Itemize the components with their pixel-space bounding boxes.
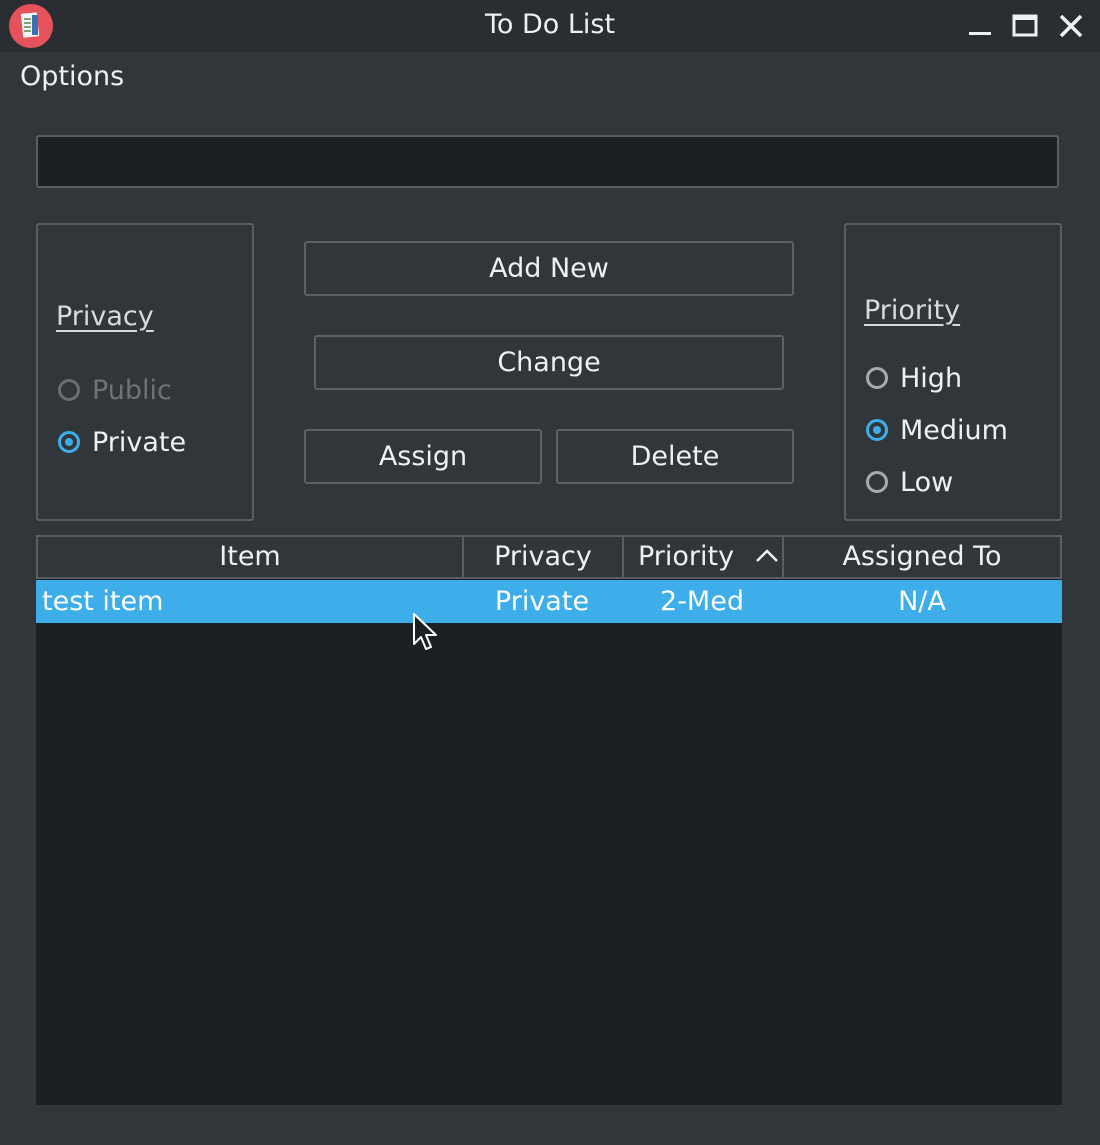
radio-private[interactable]: Private <box>58 422 186 462</box>
radio-public-indicator <box>58 379 80 401</box>
minimize-icon[interactable] <box>962 8 998 44</box>
radio-private-label: Private <box>92 426 187 458</box>
priority-group-title: Priority <box>864 295 961 326</box>
delete-button[interactable]: Delete <box>556 429 794 484</box>
window-title: To Do List <box>484 9 616 40</box>
table-header: Item Privacy Priority Assigned To <box>36 535 1062 579</box>
maximize-icon[interactable] <box>1007 8 1043 44</box>
column-header-item[interactable]: Item <box>38 537 464 577</box>
priority-group: Priority High Medium Low <box>844 223 1062 521</box>
item-text-input[interactable] <box>36 135 1059 188</box>
column-header-privacy[interactable]: Privacy <box>464 537 624 577</box>
column-header-priority-label: Priority <box>638 541 735 572</box>
radio-private-indicator <box>58 431 80 453</box>
app-window: To Do List Options Privacy Public Privat… <box>0 0 1100 1145</box>
radio-medium-label: Medium <box>900 414 1008 446</box>
sort-ascending-icon <box>756 549 778 562</box>
cell-item: test item <box>42 586 164 617</box>
radio-low-label: Low <box>900 466 954 498</box>
column-header-priority[interactable]: Priority <box>624 537 784 577</box>
table-row[interactable]: test item Private 2-Med N/A <box>36 580 1062 623</box>
radio-low-indicator <box>866 471 888 493</box>
privacy-group: Privacy Public Private <box>36 223 254 521</box>
radio-public-label: Public <box>92 374 172 406</box>
menu-options[interactable]: Options <box>20 52 124 102</box>
radio-medium-indicator <box>866 419 888 441</box>
change-button[interactable]: Change <box>314 335 784 390</box>
assign-button[interactable]: Assign <box>304 429 542 484</box>
title-bar[interactable]: To Do List <box>0 0 1100 52</box>
radio-medium[interactable]: Medium <box>866 410 1008 450</box>
todo-table[interactable]: Item Privacy Priority Assigned To test i… <box>36 535 1062 1105</box>
mouse-pointer-icon <box>413 613 437 650</box>
radio-high-label: High <box>900 362 963 394</box>
menu-bar: Options <box>0 52 1100 102</box>
close-icon[interactable] <box>1053 8 1089 44</box>
column-header-assigned-to[interactable]: Assigned To <box>784 537 1060 577</box>
add-new-button[interactable]: Add New <box>304 241 794 296</box>
radio-high[interactable]: High <box>866 358 962 398</box>
radio-public[interactable]: Public <box>58 370 172 410</box>
cell-assigned-to: N/A <box>898 586 946 617</box>
radio-low[interactable]: Low <box>866 462 953 502</box>
privacy-group-title: Privacy <box>56 301 154 332</box>
radio-high-indicator <box>866 367 888 389</box>
cell-priority: 2-Med <box>660 586 744 617</box>
cell-privacy: Private <box>494 586 590 617</box>
